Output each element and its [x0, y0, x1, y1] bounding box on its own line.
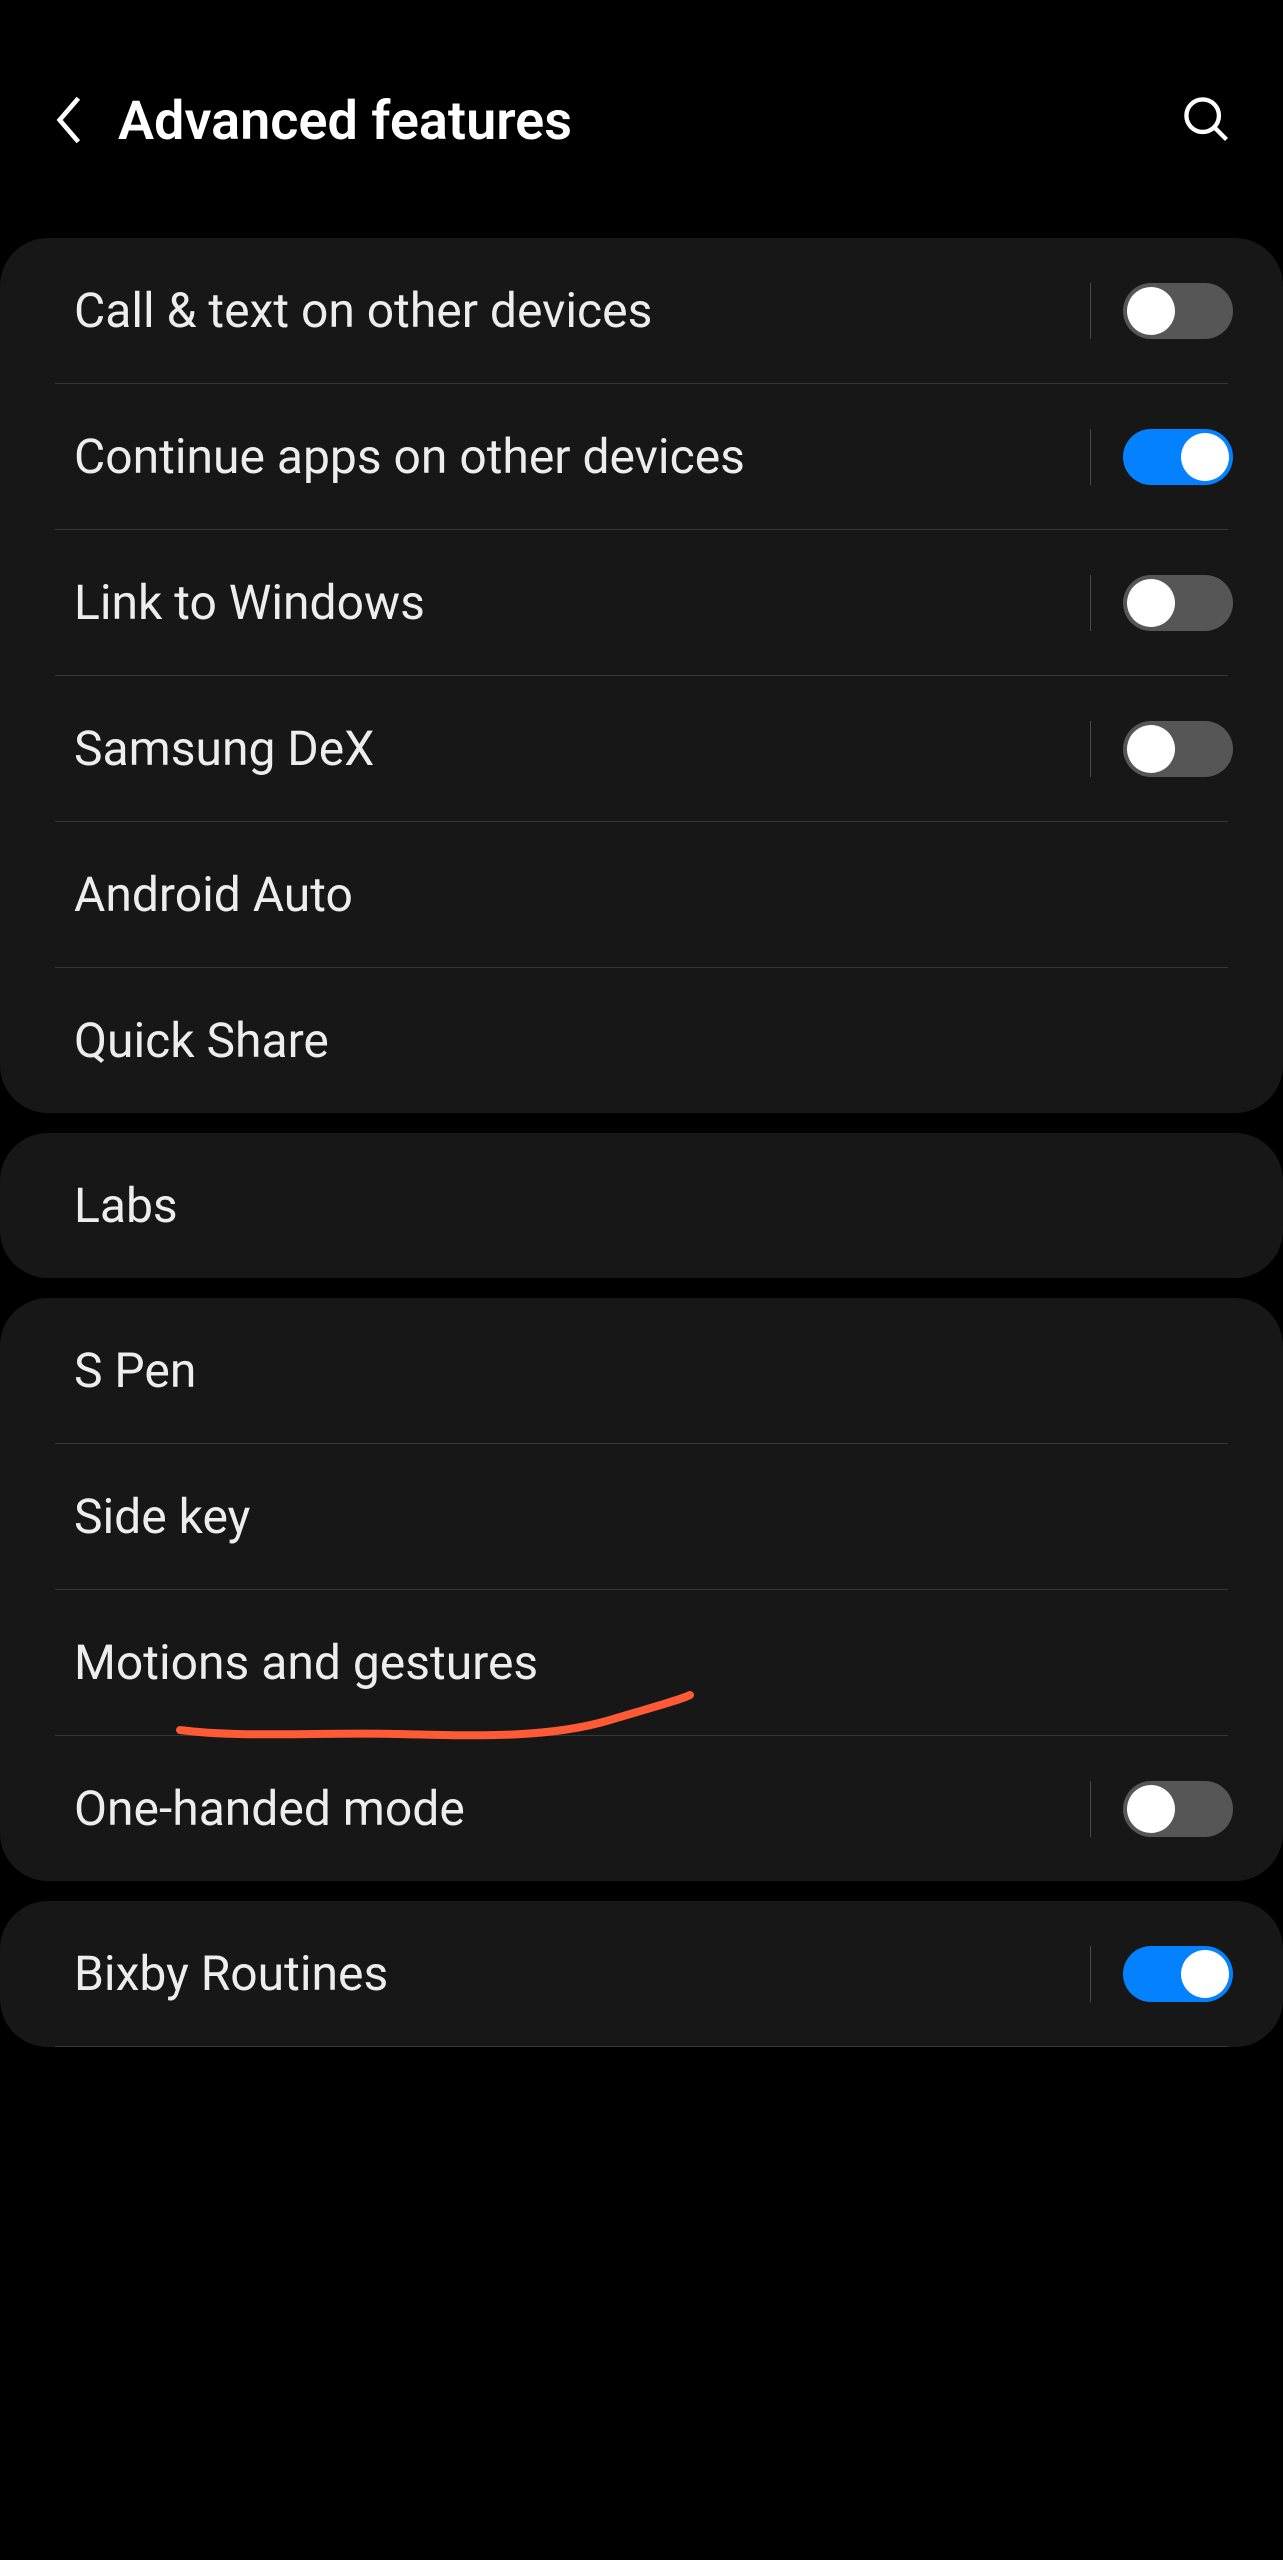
row-label: Bixby Routines: [74, 1945, 1090, 2002]
row-continue-apps[interactable]: Continue apps on other devices: [0, 384, 1283, 529]
row-label: Labs: [74, 1177, 1233, 1234]
row-s-pen[interactable]: S Pen: [0, 1298, 1283, 1443]
row-label: Motions and gestures: [74, 1634, 1233, 1691]
toggle-wrap: [1090, 1946, 1233, 2002]
vertical-divider: [1090, 283, 1091, 339]
toggle-one-handed-mode[interactable]: [1123, 1781, 1233, 1837]
row-label: S Pen: [74, 1342, 1233, 1399]
toggle-continue-apps[interactable]: [1123, 429, 1233, 485]
toggle-link-to-windows[interactable]: [1123, 575, 1233, 631]
row-samsung-dex[interactable]: Samsung DeX: [0, 676, 1283, 821]
row-labs[interactable]: Labs: [0, 1133, 1283, 1278]
row-quick-share[interactable]: Quick Share: [0, 968, 1283, 1113]
row-label: One-handed mode: [74, 1780, 1090, 1837]
settings-section-connectivity: Call & text on other devices Continue ap…: [0, 238, 1283, 1113]
search-icon[interactable]: [1181, 94, 1233, 150]
vertical-divider: [1090, 429, 1091, 485]
toggle-wrap: [1090, 429, 1233, 485]
toggle-call-text-other-devices[interactable]: [1123, 283, 1233, 339]
row-label: Side key: [74, 1488, 1233, 1545]
row-label: Android Auto: [74, 866, 1233, 923]
row-label: Samsung DeX: [74, 720, 1090, 777]
row-call-text-other-devices[interactable]: Call & text on other devices: [0, 238, 1283, 383]
header-bar: Advanced features: [0, 0, 1283, 203]
vertical-divider: [1090, 575, 1091, 631]
toggle-wrap: [1090, 575, 1233, 631]
toggle-wrap: [1090, 283, 1233, 339]
vertical-divider: [1090, 1946, 1091, 2002]
settings-section-input: S Pen Side key Motions and gestures One-…: [0, 1298, 1283, 1881]
row-label: Call & text on other devices: [74, 282, 1090, 339]
row-one-handed-mode[interactable]: One-handed mode: [0, 1736, 1283, 1881]
toggle-bixby-routines[interactable]: [1123, 1946, 1233, 2002]
back-icon[interactable]: [50, 92, 88, 152]
settings-section-bixby: Bixby Routines: [0, 1901, 1283, 2047]
toggle-samsung-dex[interactable]: [1123, 721, 1233, 777]
divider: [55, 2046, 1228, 2047]
vertical-divider: [1090, 1781, 1091, 1837]
toggle-wrap: [1090, 1781, 1233, 1837]
page-title: Advanced features: [118, 90, 1181, 153]
vertical-divider: [1090, 721, 1091, 777]
row-link-to-windows[interactable]: Link to Windows: [0, 530, 1283, 675]
row-side-key[interactable]: Side key: [0, 1444, 1283, 1589]
settings-section-labs: Labs: [0, 1133, 1283, 1278]
row-bixby-routines[interactable]: Bixby Routines: [0, 1901, 1283, 2046]
row-label: Continue apps on other devices: [74, 428, 1090, 485]
toggle-wrap: [1090, 721, 1233, 777]
row-android-auto[interactable]: Android Auto: [0, 822, 1283, 967]
row-label: Link to Windows: [74, 574, 1090, 631]
row-motions-gestures[interactable]: Motions and gestures: [0, 1590, 1283, 1735]
row-label: Quick Share: [74, 1012, 1233, 1069]
